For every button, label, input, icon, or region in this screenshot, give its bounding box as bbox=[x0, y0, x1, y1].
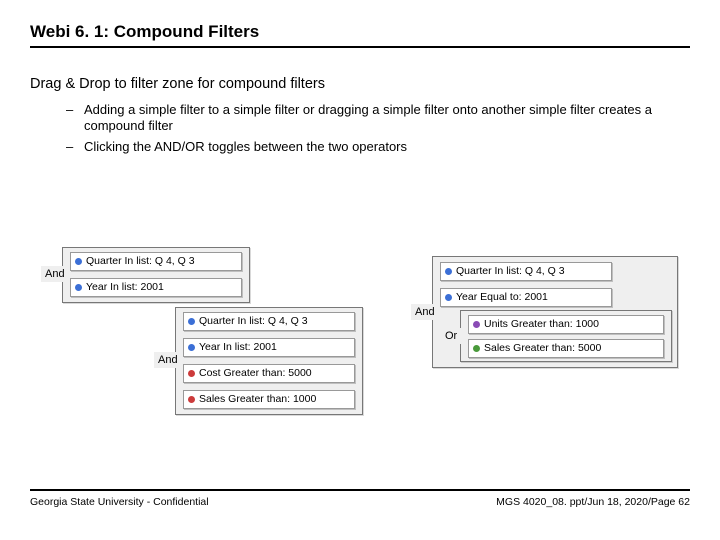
chip-label: Cost Greater than: 5000 bbox=[199, 365, 312, 382]
filter-chip-quarter[interactable]: Quarter In list: Q 4, Q 3 bbox=[440, 262, 612, 281]
measure-icon bbox=[188, 396, 195, 403]
filter-diagram: And Quarter In list: Q 4, Q 3 Year In li… bbox=[0, 0, 720, 540]
measure-icon bbox=[473, 345, 480, 352]
dim-icon bbox=[445, 268, 452, 275]
footer: Georgia State University - Confidential … bbox=[30, 489, 690, 508]
chip-label: Units Greater than: 1000 bbox=[484, 316, 599, 333]
operator-and[interactable]: And bbox=[154, 352, 182, 368]
footer-right: MGS 4020_08. ppt/Jun 18, 2020/Page 62 bbox=[496, 496, 690, 508]
dim-icon bbox=[75, 284, 82, 291]
dim-icon bbox=[75, 258, 82, 265]
filter-chip-sales[interactable]: Sales Greater than: 1000 bbox=[183, 390, 355, 409]
filter-chip-quarter[interactable]: Quarter In list: Q 4, Q 3 bbox=[183, 312, 355, 331]
footer-left: Georgia State University - Confidential bbox=[30, 496, 209, 508]
chip-label: Quarter In list: Q 4, Q 3 bbox=[456, 263, 565, 280]
chip-label: Year In list: 2001 bbox=[199, 339, 277, 356]
filter-chip-quarter[interactable]: Quarter In list: Q 4, Q 3 bbox=[70, 252, 242, 271]
filter-chip-sales2[interactable]: Sales Greater than: 5000 bbox=[468, 339, 664, 358]
dim-icon bbox=[188, 344, 195, 351]
chip-label: Quarter In list: Q 4, Q 3 bbox=[86, 253, 195, 270]
chip-label: Year Equal to: 2001 bbox=[456, 289, 548, 306]
filter-chip-year-eq[interactable]: Year Equal to: 2001 bbox=[440, 288, 612, 307]
operator-and[interactable]: And bbox=[411, 304, 439, 320]
chip-label: Sales Greater than: 1000 bbox=[199, 391, 316, 408]
dim-icon bbox=[188, 318, 195, 325]
operator-and[interactable]: And bbox=[41, 266, 69, 282]
filter-chip-year[interactable]: Year In list: 2001 bbox=[183, 338, 355, 357]
chip-label: Year In list: 2001 bbox=[86, 279, 164, 296]
filter-chip-cost[interactable]: Cost Greater than: 5000 bbox=[183, 364, 355, 383]
measure-icon bbox=[188, 370, 195, 377]
operator-or[interactable]: Or bbox=[441, 328, 461, 344]
filter-chip-year[interactable]: Year In list: 2001 bbox=[70, 278, 242, 297]
chip-label: Sales Greater than: 5000 bbox=[484, 340, 601, 357]
filter-chip-units[interactable]: Units Greater than: 1000 bbox=[468, 315, 664, 334]
chip-label: Quarter In list: Q 4, Q 3 bbox=[199, 313, 308, 330]
measure-icon bbox=[473, 321, 480, 328]
dim-icon bbox=[445, 294, 452, 301]
